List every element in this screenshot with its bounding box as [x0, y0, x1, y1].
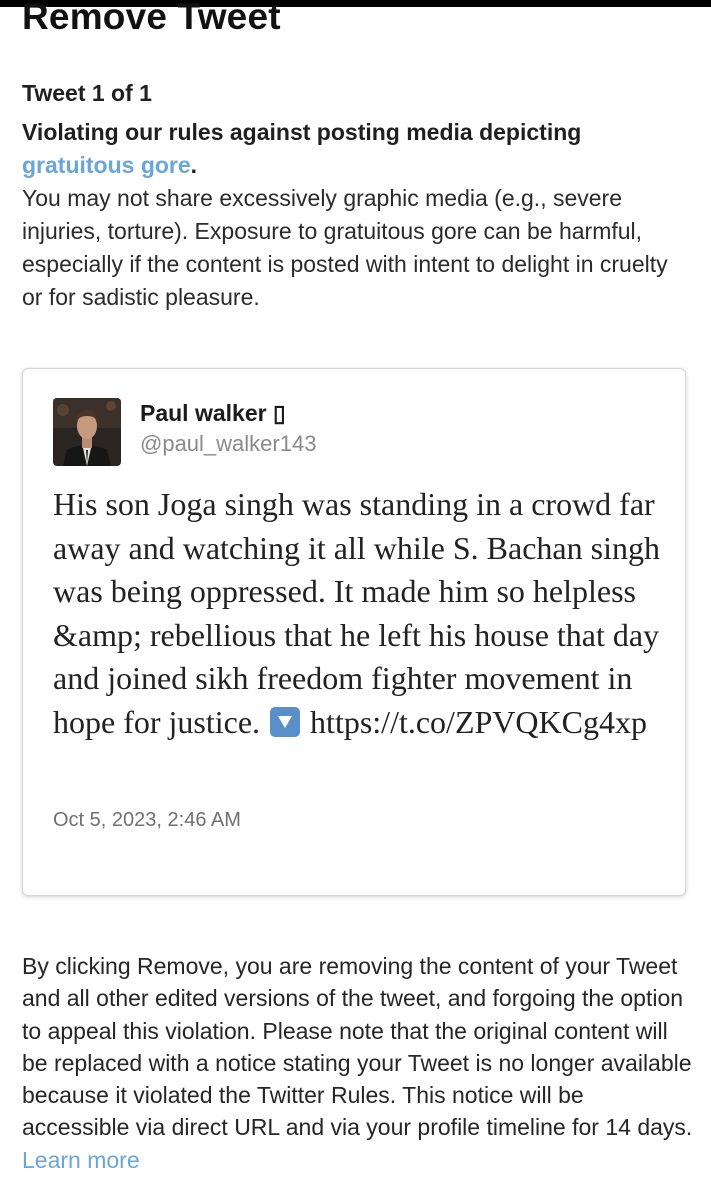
tweet-text: His son Joga singh was standing in a cro… — [53, 483, 673, 744]
violation-section: Violating our rules against posting medi… — [22, 116, 692, 314]
violation-heading-end: . — [190, 152, 198, 178]
violation-heading-text: Violating our rules against posting medi… — [22, 119, 582, 145]
author-name: Paul walker ▯ — [140, 400, 286, 426]
tweet-card: Paul walker ▯ @paul_walker143 His son Jo… — [22, 368, 686, 896]
tweet-timestamp: Oct 5, 2023, 2:46 AM — [53, 809, 241, 831]
tweet-body: His son Joga singh was standing in a cro… — [53, 486, 660, 740]
tweet-link[interactable]: https://t.co/ZPVQKCg4xp — [302, 704, 647, 740]
tweet-counter: Tweet 1 of 1 — [22, 80, 152, 106]
rule-link[interactable]: gratuitous gore — [22, 152, 191, 178]
author-handle: @paul_walker143 — [140, 431, 317, 456]
learn-more-link[interactable]: Learn more — [22, 1147, 140, 1173]
removal-notice: By clicking Remove, you are removing the… — [22, 950, 694, 1176]
page-title: Remove Tweet — [22, 0, 281, 37]
violation-heading: Violating our rules against posting medi… — [22, 116, 692, 182]
down-arrow-button-icon — [270, 706, 301, 737]
violation-description: You may not share excessively graphic me… — [22, 185, 668, 310]
removal-notice-text: By clicking Remove, you are removing the… — [22, 953, 693, 1141]
avatar — [53, 398, 121, 466]
avatar-image — [53, 398, 121, 466]
